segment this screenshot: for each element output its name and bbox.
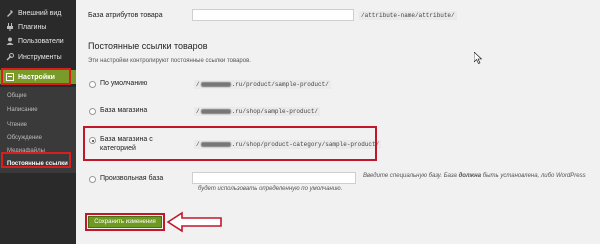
section-description: Эти настройки контролируют постоянные сс… (88, 58, 251, 64)
submenu-item-reading[interactable]: Чтение (7, 122, 27, 128)
redacted-domain (200, 81, 231, 87)
radio-custom[interactable] (89, 176, 96, 183)
arrow-left-icon (166, 211, 222, 233)
sidebar-item-label: Пользователи (18, 37, 64, 45)
sidebar-item-users[interactable]: Пользователи (0, 34, 76, 48)
custom-base-note-line2: будет использовать определенную по умолч… (198, 186, 343, 192)
option-custom-label: Произвольная база (100, 175, 164, 182)
sidebar-item-label: Инструменты (18, 53, 62, 61)
option-default-url: / .ru/product/sample-product/ (194, 80, 331, 89)
submenu-item-discussion[interactable]: Обсуждение (7, 135, 42, 141)
appearance-icon (5, 9, 14, 18)
custom-base-note: Введите специальную базу. База должна бы… (363, 173, 586, 179)
attribute-base-label: База атрибутов товара (88, 12, 163, 19)
option-shop-base-url: / .ru/shop/sample-product/ (194, 107, 321, 116)
submenu-item-general[interactable]: Общие (7, 93, 27, 99)
option-default-label: По умолчанию (100, 80, 148, 87)
sidebar-item-label: Внешний вид (18, 9, 62, 17)
admin-sidebar: Внешний вид Плагины Пользователи Инструм… (0, 0, 76, 244)
attribute-base-input[interactable] (192, 9, 354, 21)
section-title: Постоянные ссылки товаров (88, 41, 208, 51)
settings-content: База атрибутов товара /attribute-name/at… (76, 0, 600, 244)
users-icon (5, 37, 14, 46)
selected-option-highlight (83, 126, 377, 161)
save-button[interactable]: Сохранить изменения (88, 216, 162, 228)
sidebar-item-label: Плагины (18, 23, 47, 31)
radio-default[interactable] (89, 81, 96, 88)
settings-highlight-box (1, 68, 71, 85)
attribute-base-hint: /attribute-name/attribute/ (359, 11, 457, 20)
tools-icon (5, 53, 14, 62)
permalinks-highlight-box (1, 152, 71, 168)
sidebar-item-plugins[interactable]: Плагины (0, 20, 76, 34)
sidebar-item-tools[interactable]: Инструменты (0, 50, 76, 64)
custom-base-input[interactable] (192, 172, 356, 184)
redacted-domain (200, 108, 231, 114)
submenu-item-writing[interactable]: Написание (7, 107, 38, 113)
plugins-icon (5, 23, 14, 32)
option-shop-base-label: База магазина (100, 107, 148, 114)
sidebar-item-appearance[interactable]: Внешний вид (0, 6, 76, 20)
radio-shop-base[interactable] (89, 108, 96, 115)
mouse-cursor-icon (474, 52, 482, 64)
